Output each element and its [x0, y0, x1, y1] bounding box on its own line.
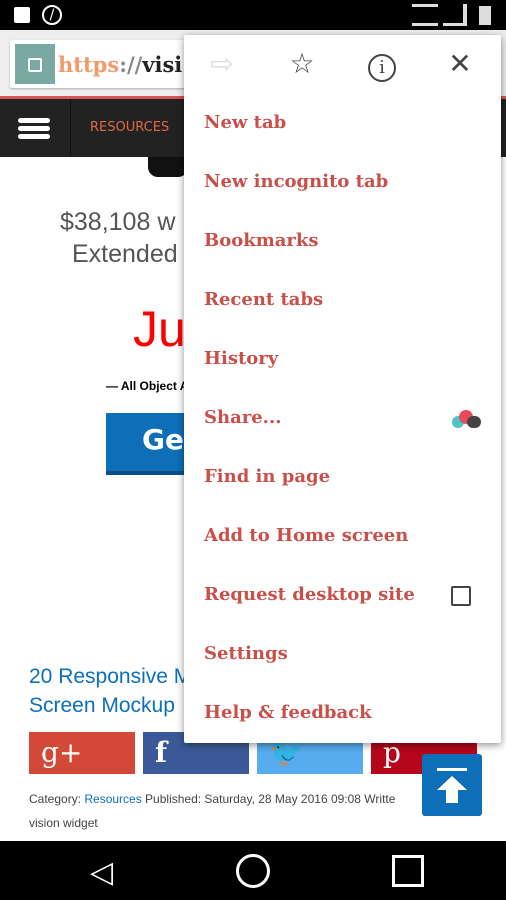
menu-item-settings[interactable]: Settings [204, 643, 288, 664]
menu-item-recent-tabs[interactable]: Recent tabs [204, 289, 323, 310]
price-text: $38,108 w [60, 208, 176, 236]
menu-item-bookmarks[interactable]: Bookmarks [204, 230, 319, 251]
system-nav-bar: ◁ [0, 841, 506, 900]
image-notification-icon [14, 7, 30, 23]
nav-divider [70, 99, 71, 157]
menu-item-new-tab[interactable]: New tab [204, 112, 286, 133]
home-icon[interactable] [236, 854, 270, 888]
article-title-link[interactable]: 20 Responsive M Screen Mockup [29, 662, 191, 720]
signal-icon [443, 4, 467, 26]
extended-text: Extended [72, 240, 178, 268]
status-bar: / [0, 0, 506, 30]
menu-item-new-incognito-tab[interactable]: New incognito tab [204, 171, 388, 192]
title-line: 20 Responsive M [29, 665, 192, 688]
menu-item-add-to-home-screen[interactable]: Add to Home screen [204, 525, 408, 546]
browser-overflow-menu: ⇨ ☆ i ✕ New tab New incognito tab Bookma… [184, 35, 501, 743]
cta-button[interactable]: Get [106, 413, 197, 475]
author-text: vision widget [29, 816, 98, 830]
forward-icon[interactable]: ⇨ [204, 49, 240, 79]
menu-item-find-in-page[interactable]: Find in page [204, 466, 330, 487]
close-icon[interactable]: ✕ [442, 49, 478, 79]
battery-icon [479, 6, 491, 25]
menu-item-share[interactable]: Share... [204, 407, 281, 428]
back-to-top-button[interactable] [422, 754, 482, 816]
url-host: visi [142, 52, 183, 77]
article-meta: Category: Resources Published: Saturday,… [29, 792, 395, 806]
blocked-icon: / [42, 5, 62, 25]
back-icon[interactable]: ◁ [90, 855, 113, 890]
url-separator: :// [119, 52, 143, 77]
lock-icon[interactable] [15, 44, 55, 84]
url-scheme: https [58, 52, 120, 77]
category-link[interactable]: Resources [84, 792, 141, 806]
wifi-icon [412, 4, 438, 26]
info-icon[interactable]: i [364, 49, 400, 82]
nav-item-resources[interactable]: RESOURCES [90, 120, 169, 135]
menu-item-help-feedback[interactable]: Help & feedback [204, 702, 372, 723]
share-app-icon[interactable] [452, 410, 482, 428]
request-desktop-checkbox[interactable] [451, 586, 471, 606]
published-text: Published: Saturday, 28 May 2016 09:08 W… [141, 792, 396, 806]
google-plus-share-button[interactable]: g+ [29, 732, 135, 774]
url-text[interactable]: https://visi [58, 52, 182, 77]
object-text: — All Object A [106, 379, 189, 393]
highlight-text: Ju [133, 301, 186, 357]
menu-item-request-desktop-site[interactable]: Request desktop site [204, 584, 415, 605]
recents-icon[interactable] [392, 855, 424, 887]
hamburger-menu-icon[interactable] [18, 118, 50, 140]
category-label: Category: [29, 792, 85, 806]
title-line: Screen Mockup [29, 694, 175, 717]
bookmark-star-icon[interactable]: ☆ [284, 49, 320, 79]
heading-fragment [148, 157, 188, 177]
menu-item-history[interactable]: History [204, 348, 278, 369]
